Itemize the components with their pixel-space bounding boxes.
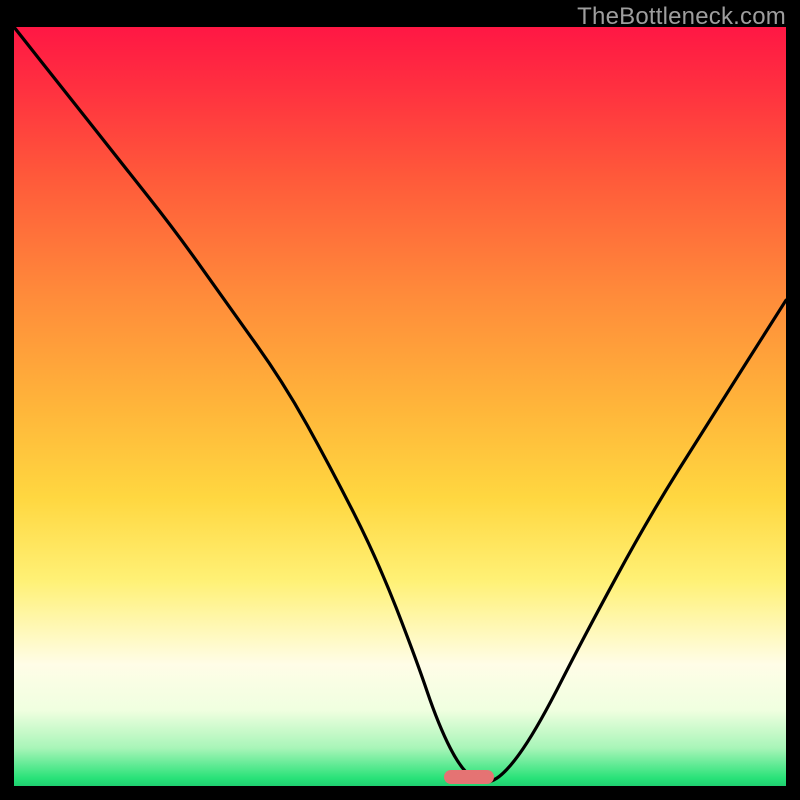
chart-frame	[14, 27, 786, 786]
optimal-range-marker	[444, 770, 494, 784]
bottleneck-curve	[14, 27, 786, 786]
